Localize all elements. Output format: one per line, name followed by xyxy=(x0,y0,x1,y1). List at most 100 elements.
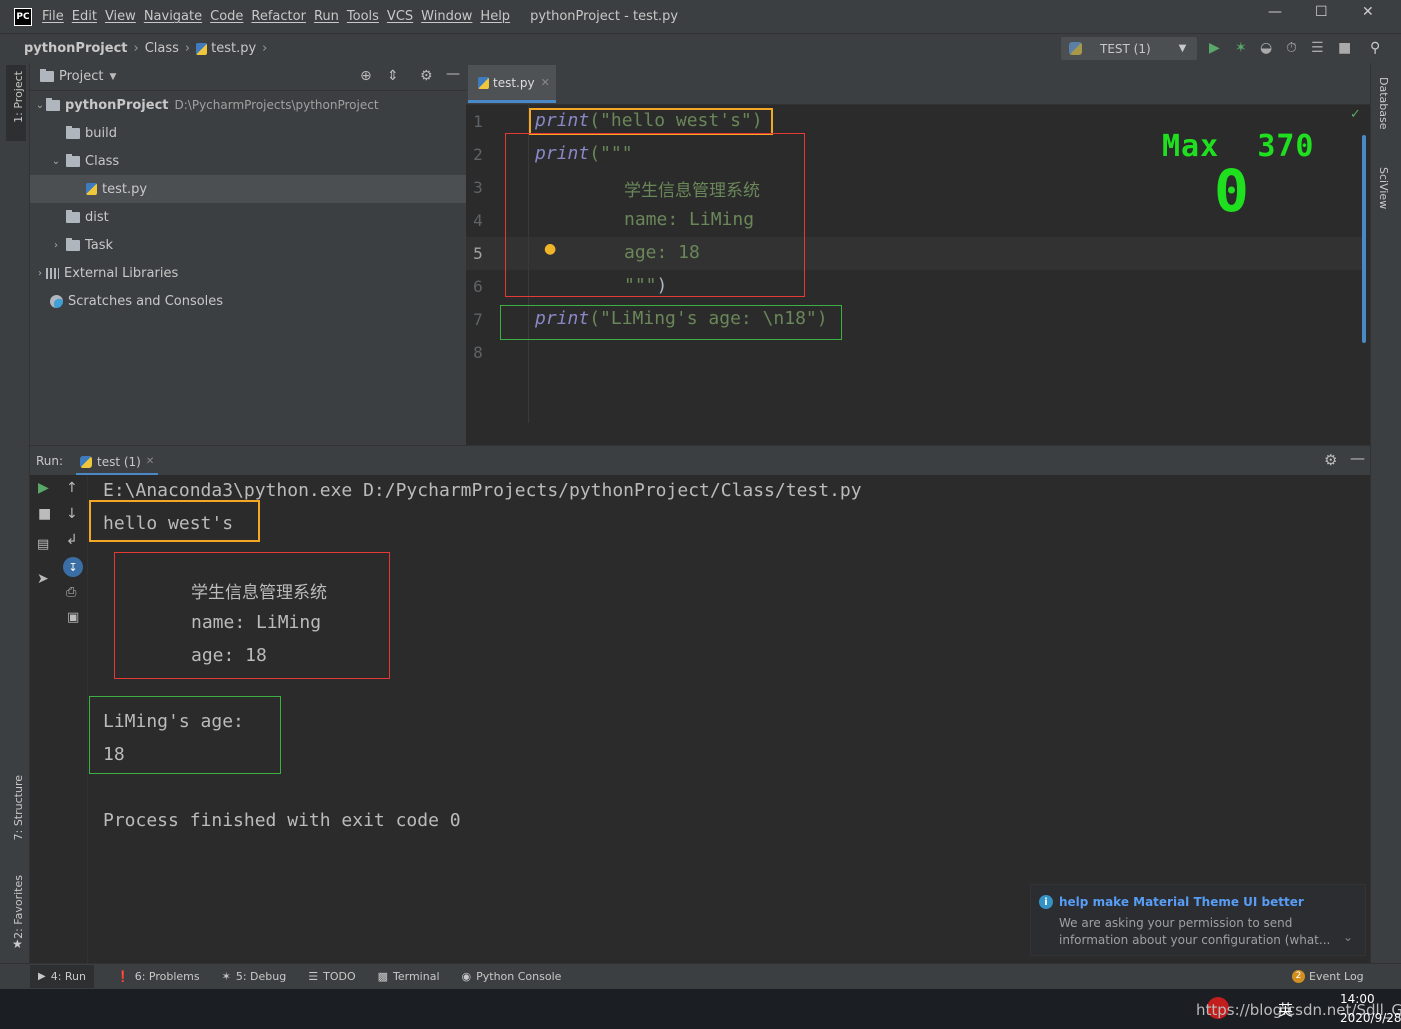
tool-tab-structure[interactable]: 7: Structure xyxy=(12,775,25,840)
layout-icon[interactable]: ▤ xyxy=(37,537,49,552)
menu-refactor[interactable]: Refactor xyxy=(251,9,306,24)
arrow-down-icon[interactable]: ↓ xyxy=(66,506,78,522)
pin-icon[interactable]: ➤ xyxy=(37,571,49,587)
tree-item-scratches[interactable]: Scratches and Consoles xyxy=(30,287,466,315)
chevron-down-icon[interactable]: ⌄ xyxy=(1343,930,1353,944)
menu-window[interactable]: Window xyxy=(421,9,472,24)
bottom-tab-problems[interactable]: ❗ 6: Problems xyxy=(116,970,200,983)
chevron-right-icon[interactable]: › xyxy=(50,240,62,251)
editor-tab-bar: test.py ✕ xyxy=(466,63,1370,105)
os-taskbar: https://blog.csdn.net/Sdll_G 英 14:00 202… xyxy=(0,989,1401,1029)
notification-title[interactable]: help make Material Theme UI better xyxy=(1059,895,1304,909)
rerun-icon[interactable]: ▶ xyxy=(38,480,49,496)
chevron-down-icon[interactable]: ⌄ xyxy=(50,156,62,167)
build-icon[interactable]: ☰ xyxy=(1311,40,1324,56)
highlight-box-orange xyxy=(89,500,260,542)
close-window-icon[interactable]: ✕ xyxy=(1362,4,1374,20)
menu-run[interactable]: Run xyxy=(314,9,339,24)
tool-tab-project[interactable]: 1: Project xyxy=(12,71,25,123)
editor-scrollbar[interactable] xyxy=(1362,135,1366,343)
arrow-up-icon[interactable]: ↑ xyxy=(66,480,78,496)
run-icon: ▶ xyxy=(38,971,46,982)
tree-item-label: Task xyxy=(85,237,114,253)
editor-tab-testpy[interactable]: test.py ✕ xyxy=(468,65,556,103)
menu-file[interactable]: File xyxy=(42,9,64,24)
bottom-tab-todo[interactable]: ☰ TODO xyxy=(308,970,355,983)
coverage-icon[interactable]: ◒ xyxy=(1260,40,1272,56)
bottom-tab-run[interactable]: ▶ 4: Run xyxy=(30,965,94,988)
scroll-to-end-icon[interactable]: ↧ xyxy=(63,557,83,577)
run-icon[interactable]: ▶ xyxy=(1209,40,1220,56)
collapse-all-icon[interactable]: ⇕ xyxy=(387,68,399,84)
tree-item-task[interactable]: › Task xyxy=(30,231,466,259)
bottom-tab-label: Python Console xyxy=(476,970,562,983)
menu-tools[interactable]: Tools xyxy=(347,9,379,24)
menu-navigate[interactable]: Navigate xyxy=(144,9,202,24)
clock-date[interactable]: 2020/9/28 xyxy=(1340,1011,1401,1025)
menu-edit[interactable]: Edit xyxy=(72,9,97,24)
chevron-down-icon[interactable]: ⌄ xyxy=(34,100,46,111)
stop-icon[interactable]: ■ xyxy=(38,506,51,522)
line-number: 7 xyxy=(473,310,483,329)
breadcrumb-folder[interactable]: Class xyxy=(145,41,179,56)
tool-tab-database[interactable]: Database xyxy=(1377,77,1390,130)
python-icon: ◉ xyxy=(461,970,472,983)
minimize-icon[interactable]: — xyxy=(1268,4,1282,20)
run-tab[interactable]: test (1) ✕ xyxy=(76,450,159,476)
stop-icon[interactable]: ■ xyxy=(1338,40,1351,56)
profile-icon[interactable]: ⏱ xyxy=(1286,40,1297,56)
chevron-down-icon[interactable]: ▼ xyxy=(109,72,116,82)
code-editor[interactable]: 1 2 3 4 5 6 7 8 print("hello west's") pr… xyxy=(466,105,1370,423)
debug-icon[interactable]: ✶ xyxy=(1235,40,1247,56)
hide-panel-icon[interactable]: — xyxy=(446,66,460,82)
locate-icon[interactable]: ⊕ xyxy=(360,68,372,84)
bottom-tab-debug[interactable]: ✶ 5: Debug xyxy=(222,970,287,983)
close-tab-icon[interactable]: ✕ xyxy=(541,76,550,89)
chevron-right-icon: › xyxy=(262,41,268,56)
bottom-tab-label: TODO xyxy=(323,970,356,983)
menu-vcs[interactable]: VCS xyxy=(387,9,413,24)
tree-item-build[interactable]: build xyxy=(30,119,466,147)
soft-wrap-icon[interactable]: ↲ xyxy=(66,532,78,548)
menu-code[interactable]: Code xyxy=(210,9,243,24)
tool-tab-sciview[interactable]: SciView xyxy=(1377,167,1390,209)
line-number: 3 xyxy=(473,178,483,197)
run-configuration-selector[interactable]: TEST (1) ▼ xyxy=(1061,37,1197,60)
print-icon[interactable]: ⎙ xyxy=(66,585,76,600)
close-tab-icon[interactable]: ✕ xyxy=(146,456,154,467)
line-number: 6 xyxy=(473,277,483,296)
ime-indicator[interactable]: 英 xyxy=(1278,999,1293,1020)
tool-tab-favorites[interactable]: 2: Favorites xyxy=(12,875,25,939)
current-score-overlay: 0 xyxy=(1214,157,1249,225)
folder-icon xyxy=(66,209,80,223)
menu-view[interactable]: View xyxy=(105,9,136,24)
bottom-tab-python-console[interactable]: ◉ Python Console xyxy=(462,970,562,983)
hide-panel-icon[interactable]: — xyxy=(1350,449,1365,467)
run-panel-header: Run: test (1) ✕ ⚙ — xyxy=(30,445,1370,476)
gear-icon[interactable]: ⚙ xyxy=(1324,451,1337,469)
bottom-tab-event-log[interactable]: 2 Event Log xyxy=(1292,970,1364,983)
chevron-right-icon: › xyxy=(184,41,191,56)
tree-item-dist[interactable]: dist xyxy=(30,203,466,231)
maximize-icon[interactable]: ☐ xyxy=(1315,4,1328,20)
notification-balloon[interactable]: i help make Material Theme UI better We … xyxy=(1030,884,1366,956)
max-label: Max xyxy=(1162,129,1220,164)
chevron-right-icon[interactable]: › xyxy=(34,268,46,279)
breadcrumb-file[interactable]: test.py xyxy=(211,41,256,56)
breadcrumb-project[interactable]: pythonProject xyxy=(24,41,128,56)
tree-item-testpy[interactable]: test.py xyxy=(30,175,466,203)
bottom-tab-terminal[interactable]: ▩ Terminal xyxy=(378,970,440,983)
gear-icon[interactable]: ⚙ xyxy=(420,68,433,84)
notification-body: information about your configuration (wh… xyxy=(1059,933,1331,947)
trash-icon[interactable]: ▣ xyxy=(67,610,79,625)
highlight-box-red xyxy=(114,552,390,679)
python-icon xyxy=(1069,42,1082,55)
menu-help[interactable]: Help xyxy=(480,9,510,24)
tree-item-external-libraries[interactable]: › External Libraries xyxy=(30,259,466,287)
project-panel-title[interactable]: Project xyxy=(59,69,103,84)
tree-item-root[interactable]: ⌄ pythonProject D:\PycharmProjects\pytho… xyxy=(30,91,466,119)
search-icon[interactable]: ⚲ xyxy=(1370,40,1380,56)
clock-time[interactable]: 14:00 xyxy=(1340,992,1375,1006)
bottom-tab-label: 5: Debug xyxy=(235,970,287,983)
tree-item-class[interactable]: ⌄ Class xyxy=(30,147,466,175)
